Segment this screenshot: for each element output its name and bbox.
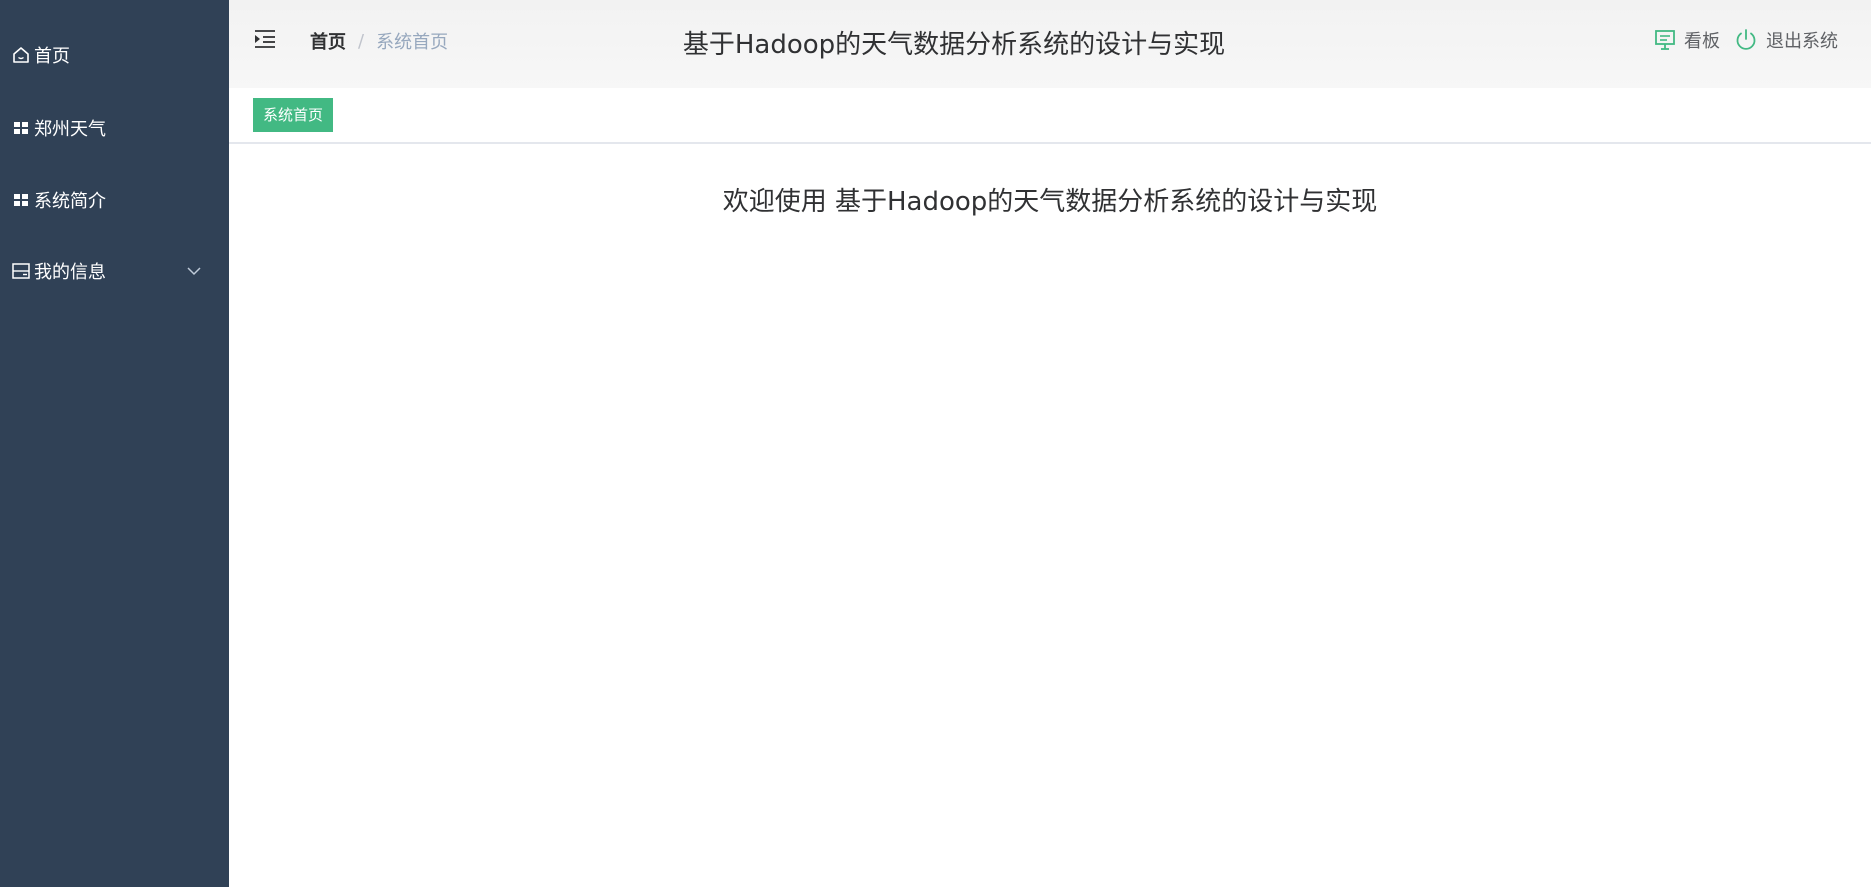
grid-icon [12, 191, 30, 209]
sidebar-item-label: 系统简介 [34, 191, 106, 212]
home-icon [12, 46, 30, 64]
sidebar-item-label: 首页 [34, 46, 70, 67]
monitor-icon [1655, 30, 1675, 50]
sidebar-item-my-info[interactable]: 我的信息 [0, 241, 229, 301]
breadcrumb-separator: / [358, 30, 365, 52]
welcome-heading: 欢迎使用 基于Hadoop的天气数据分析系统的设计与实现 [722, 187, 1378, 217]
breadcrumb: 首页 / 系统首页 [310, 28, 448, 54]
breadcrumb-home[interactable]: 首页 [310, 28, 346, 54]
tags-view-bar: 系统首页 [229, 88, 1871, 144]
app-root: 首页 郑州天气 系统简介 我的信息 首页 / 系统首页 基于Hadoop的天气数… [0, 0, 1871, 887]
power-icon [1736, 29, 1756, 50]
top-header: 首页 / 系统首页 基于Hadoop的天气数据分析系统的设计与实现 看板 退出系… [229, 0, 1871, 88]
header-actions: 看板 退出系统 [1654, 27, 1838, 53]
panel-icon [12, 262, 30, 280]
sidebar-item-zhengzhou-weather[interactable]: 郑州天气 [0, 98, 229, 158]
page-title: 基于Hadoop的天气数据分析系统的设计与实现 [682, 30, 1226, 60]
dashboard-button[interactable]: 看板 [1654, 27, 1720, 53]
hamburger-icon[interactable] [254, 29, 276, 49]
sidebar-item-home[interactable]: 首页 [0, 25, 229, 85]
breadcrumb-current: 系统首页 [376, 32, 449, 53]
sidebar-item-label: 郑州天气 [34, 119, 106, 140]
grid-icon [12, 119, 30, 137]
chevron-down-icon[interactable] [186, 263, 202, 279]
tag-system-home[interactable]: 系统首页 [253, 98, 334, 132]
logout-button[interactable]: 退出系统 [1734, 27, 1838, 53]
sidebar-item-system-intro[interactable]: 系统简介 [0, 170, 229, 230]
sidebar: 首页 郑州天气 系统简介 我的信息 [0, 0, 229, 887]
logout-label: 退出系统 [1766, 31, 1838, 52]
dashboard-label: 看板 [1684, 31, 1720, 52]
sidebar-item-label: 我的信息 [34, 262, 106, 283]
